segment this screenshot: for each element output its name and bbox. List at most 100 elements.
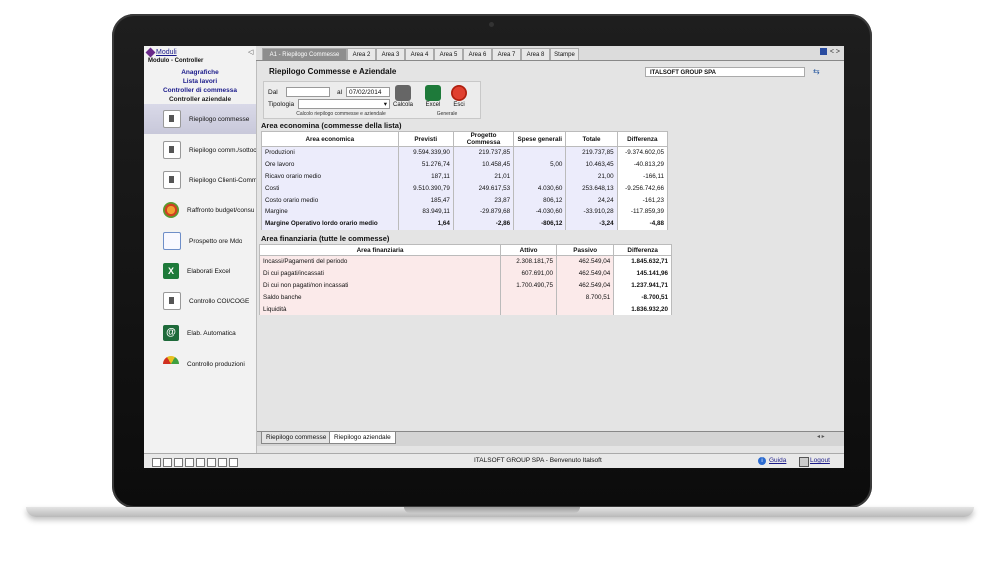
table-row[interactable]: Ricavo orario medio 187,11 21,01 21,00 -166,… (261, 170, 669, 183)
table-row[interactable]: Margine Operativo lordo orario medio 1,64… (261, 217, 669, 230)
info-icon[interactable]: i (758, 457, 766, 465)
window-slot[interactable] (196, 458, 205, 467)
sidebar-item-label: Riepilogo Clienti-Comm (189, 176, 256, 184)
sidebar-item-riepilogo-clienti[interactable]: Riepilogo Clienti-Comm (144, 165, 256, 195)
al-input[interactable]: 07/02/2014 (346, 87, 390, 97)
column-header: Attivo (500, 244, 558, 256)
sidebar-item-label: Raffronto budget/consu (187, 206, 255, 214)
economica-title: Area economina (commesse della lista) (261, 121, 402, 130)
sidebar-link-lista-lavori[interactable]: Lista lavori (144, 77, 256, 86)
refresh-icon[interactable]: ⇆ (813, 67, 820, 76)
module-name: Modulo - Controller (148, 58, 204, 64)
cell: 462.549,04 (556, 267, 615, 280)
cell: 219.737,85 (452, 146, 515, 159)
cell: -2,86 (452, 217, 515, 230)
tab-a1-riepilogo[interactable]: A1 - Riepilogo Commesse (262, 48, 347, 60)
horizontal-scrollbar[interactable]: ◂ ▸ (817, 433, 825, 440)
excel-button[interactable]: Excel (422, 85, 444, 108)
modules-link[interactable]: Moduli (156, 49, 177, 56)
cell (513, 170, 567, 183)
table-row[interactable]: Incassi/Pagamenti del periodo 2.308.181,7… (258, 255, 672, 268)
logout-link[interactable]: Logout (810, 457, 830, 464)
tab-navigation[interactable]: < > (819, 48, 840, 55)
titlebar: Riepilogo Commesse e Aziendale ITALSOFT … (257, 67, 837, 79)
esci-button[interactable]: Esci (448, 85, 470, 108)
table-row[interactable]: Liquidità 1.836.932,20 (258, 303, 672, 315)
close-icon (451, 85, 467, 101)
window-slot[interactable] (152, 458, 161, 467)
cell: -4,88 (616, 217, 669, 230)
finanziaria-title: Area finanziaria (tutte le commesse) (261, 234, 390, 243)
calc-group-label: Calcolo riepilogo commesse e aziendale (296, 111, 386, 117)
guide-link[interactable]: Guida (769, 457, 786, 464)
chevron-down-icon[interactable]: ▾ (384, 100, 387, 109)
logout-icon[interactable] (799, 457, 809, 467)
general-group-label: Generale (436, 111, 458, 117)
sidebar-item-label: Elaborati Excel (187, 267, 231, 275)
cell: Margine (261, 205, 399, 218)
sidebar-item-elaborati-excel[interactable]: X Elaborati Excel (144, 256, 256, 286)
tab-area-6[interactable]: Area 6 (463, 48, 492, 60)
sidebar-item-controllo-coi-coge[interactable]: Controllo COI/COGE (144, 286, 256, 316)
column-header: Differenza (616, 131, 669, 147)
table-row[interactable]: Costi 9.510.390,79 249.617,53 4.030,60 253.6… (261, 182, 669, 195)
excel-icon: X (163, 263, 179, 279)
status-bar: ITALSOFT GROUP SPA - Benvenuto Italsoft … (144, 453, 844, 468)
sidebar-item-riepilogo-commesse[interactable]: Riepilogo commesse (144, 104, 256, 134)
window-slot[interactable] (185, 458, 194, 467)
tab-riepilogo-commesse[interactable]: Riepilogo commesse (261, 432, 332, 444)
excel-label: Excel (425, 102, 441, 108)
sidebar-item-elab-automatica[interactable]: @ Elab. Automatica (144, 318, 256, 348)
tab-stampe[interactable]: Stampe (550, 48, 579, 60)
window-slot[interactable] (174, 458, 183, 467)
table-row[interactable]: Di cui pagati/incassati 607.691,00 462.549… (258, 267, 672, 280)
sidebar-item-controllo-produzioni[interactable]: Controllo produzioni (144, 349, 256, 379)
table-row[interactable]: Ore lavoro 51.276,74 10.458,45 5,00 10.463,4… (261, 158, 669, 171)
sidebar-link-controller-aziendale[interactable]: Controller aziendale (144, 95, 256, 104)
table-row[interactable]: Saldo banche 8.700,51 -8.700,51 (258, 291, 672, 304)
calcola-button[interactable]: Calcola (392, 85, 414, 108)
cell: 249.617,53 (452, 182, 515, 195)
cell: 462.549,04 (556, 279, 615, 292)
tab-area-4[interactable]: Area 4 (405, 48, 434, 60)
sidebar-item-prospetto-ore[interactable]: Prospetto ore Mdo (144, 226, 256, 256)
tab-area-7[interactable]: Area 7 (492, 48, 521, 60)
window-slot[interactable] (229, 458, 238, 467)
cell: 2.308.181,75 (500, 255, 558, 268)
sidebar-item-raffronto-budget[interactable]: Raffronto budget/consu (144, 195, 256, 225)
cell: 4.030,60 (513, 182, 567, 195)
cell: 1,64 (397, 217, 454, 230)
collapse-sidebar-icon[interactable]: ◁ (248, 48, 253, 56)
sidebar-link-anagrafiche[interactable]: Anagrafiche (144, 68, 256, 77)
tab-riepilogo-aziendale[interactable]: Riepilogo aziendale (329, 432, 396, 444)
tipologia-select[interactable]: ▾ (298, 99, 390, 109)
calcola-label: Calcola (392, 102, 413, 108)
app-screen: Moduli Modulo - Controller ◁ Anagrafiche… (144, 46, 844, 468)
save-icon[interactable] (819, 48, 827, 55)
table-row[interactable]: Di cui non pagati/non incassati 1.700.490… (258, 279, 672, 292)
window-slot[interactable] (218, 458, 227, 467)
table-row[interactable]: Costo orario medio 185,47 23,87 806,12 24,24… (261, 194, 669, 206)
cell: 21,01 (452, 170, 515, 183)
tab-area-8[interactable]: Area 8 (521, 48, 550, 60)
cell: 1.700.490,75 (500, 279, 558, 292)
tab-area-2[interactable]: Area 2 (347, 48, 376, 60)
sidebar-link-controller-commessa[interactable]: Controller di commessa (144, 86, 256, 95)
sidebar-item-label: Riepilogo comm./sottoc (189, 146, 256, 154)
table-row[interactable]: Margine 83.949,11 -29.879,68 -4.030,60 -33.9… (261, 205, 669, 218)
sidebar-item-label: Riepilogo commesse (189, 115, 250, 123)
gauge-icon (163, 356, 179, 364)
cell: -40.813,29 (616, 158, 669, 171)
tab-nav-arrows[interactable]: < > (830, 48, 840, 55)
cell: 10.463,45 (565, 158, 618, 171)
window-slot[interactable] (163, 458, 172, 467)
cell: -3,24 (565, 217, 618, 230)
tab-area-3[interactable]: Area 3 (376, 48, 405, 60)
table-row[interactable]: Produzioni 9.594.339,90 219.737,85 219.737,… (261, 146, 669, 159)
window-slot[interactable] (207, 458, 216, 467)
tab-area-5[interactable]: Area 5 (434, 48, 463, 60)
cell: Di cui non pagati/non incassati (258, 279, 502, 292)
dal-input[interactable] (286, 87, 330, 97)
cell (513, 146, 567, 159)
sidebar-item-riepilogo-comm-sottoc[interactable]: Riepilogo comm./sottoc (144, 135, 256, 165)
